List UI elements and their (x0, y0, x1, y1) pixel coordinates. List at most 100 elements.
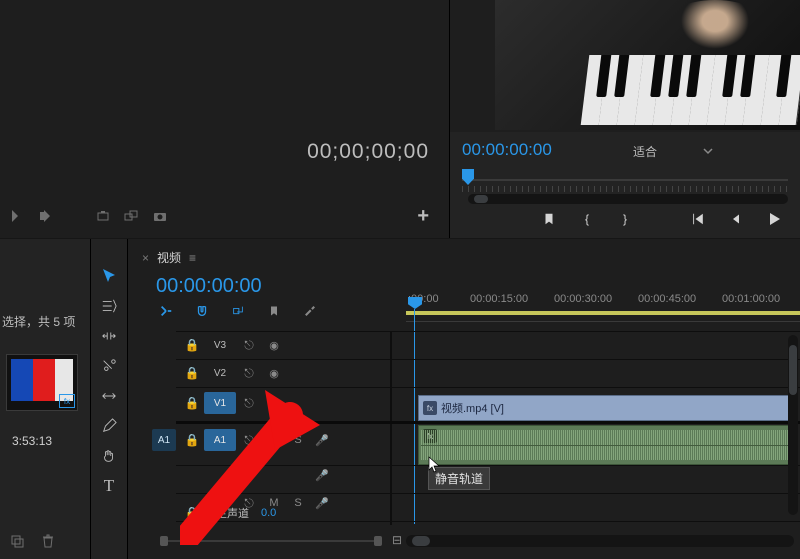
tools-panel: T (91, 239, 128, 559)
timeline-zoom-slider[interactable] (156, 535, 386, 547)
program-transport: { } (540, 210, 783, 228)
track-select-tool-icon[interactable] (96, 293, 122, 319)
clip-name: 视频.mp4 [V] (441, 400, 504, 416)
insert-icon[interactable] (10, 208, 26, 224)
program-video[interactable] (495, 0, 800, 130)
track-label[interactable]: V3 (204, 334, 236, 356)
track-label[interactable]: V1 (204, 392, 236, 414)
tooltip: 静音轨道 (428, 467, 490, 490)
source-timecode[interactable]: 00;00;00;00 (307, 140, 429, 164)
hand-image (655, 0, 775, 70)
export-frame-icon[interactable] (96, 208, 112, 224)
lock-icon[interactable]: 🔒 (180, 396, 204, 410)
eye-icon[interactable]: ◉ (262, 339, 286, 352)
tab-menu-icon[interactable]: ≡ (189, 251, 196, 265)
program-controls-area: 00:00:00:00 适合 { } (450, 132, 800, 238)
voice-record-icon[interactable]: 🎤 (310, 434, 334, 447)
play-icon[interactable] (765, 210, 783, 228)
voice-record-icon[interactable]: 🎤 (310, 497, 334, 510)
sync-lock-icon[interactable]: ⎋ (236, 366, 262, 381)
app-root: 00;00;00;00 + 00:00:00:00 适合 (0, 0, 800, 559)
export-frame2-icon[interactable] (124, 208, 140, 224)
thumbnail-duration: 3:53:13 (12, 434, 52, 448)
linked-selection-icon[interactable] (230, 303, 246, 319)
type-tool-icon[interactable]: T (96, 473, 122, 499)
mark-in-icon[interactable] (540, 210, 558, 228)
lock-icon[interactable]: 🔒 (180, 506, 204, 520)
step-back-icon[interactable] (727, 210, 745, 228)
lock-icon[interactable]: 🔒 (180, 366, 204, 380)
program-scrubber[interactable] (462, 172, 788, 188)
timeline-header-tools (158, 303, 318, 319)
lock-icon[interactable]: 🔒 (180, 338, 204, 352)
eye-icon[interactable]: ◉ (262, 367, 286, 380)
trash-icon[interactable] (40, 533, 56, 549)
overwrite-icon[interactable] (38, 208, 54, 224)
track-label[interactable]: V2 (204, 362, 236, 384)
tab-close-icon[interactable]: × (142, 251, 149, 265)
project-panel: 选择，共 5 项 fx 3:53:13 (0, 239, 91, 559)
track-v2[interactable]: 🔒 V2 ⎋ ◉ (152, 359, 800, 387)
zoom-knob-left[interactable] (160, 536, 168, 546)
razor-tool-icon[interactable] (96, 353, 122, 379)
project-filter-text: 选择，共 5 项 (2, 313, 88, 330)
timeline-ruler[interactable]: :00:00 00:00:15:00 00:00:30:00 00:00:45:… (406, 287, 800, 327)
slip-tool-icon[interactable] (96, 383, 122, 409)
scrollbar-thumb[interactable] (474, 195, 488, 203)
chevron-down-icon (703, 146, 713, 156)
source-target[interactable]: A1 (152, 429, 176, 451)
track-v3[interactable]: 🔒 V3 ⎋ ◉ (152, 331, 800, 359)
snap-icon[interactable] (158, 303, 174, 319)
voice-record-icon[interactable]: 🎤 (310, 469, 334, 482)
pen-tool-icon[interactable] (96, 413, 122, 439)
project-thumbnail[interactable]: fx (6, 354, 78, 411)
track-label[interactable]: A1 (204, 429, 236, 451)
solo-button[interactable]: S (286, 497, 310, 509)
program-timecode[interactable]: 00:00:00:00 (462, 140, 552, 160)
eye-icon[interactable]: ◉ (262, 397, 286, 410)
solo-button[interactable]: S (286, 434, 310, 446)
sequence-tab[interactable]: × 视频 ≡ (142, 249, 196, 266)
mark-open-icon[interactable]: { (578, 210, 596, 228)
sync-lock-icon[interactable]: ⎋ (236, 396, 262, 411)
program-scrollbar[interactable] (468, 194, 788, 204)
scrub-ticks (462, 186, 788, 192)
lock-icon[interactable]: 🔒 (180, 433, 204, 447)
tab-label: 视频 (157, 249, 181, 266)
mark-close-icon[interactable]: } (616, 210, 634, 228)
go-to-in-icon[interactable] (689, 210, 707, 228)
zoom-knob-right[interactable] (374, 536, 382, 546)
sync-lock-icon[interactable]: ⎋ (236, 433, 262, 448)
ripple-edit-tool-icon[interactable] (96, 323, 122, 349)
zoom-fit-dropdown[interactable]: 适合 (625, 140, 721, 162)
sync-lock-icon[interactable]: ⎋ (236, 338, 262, 353)
work-area-bar[interactable] (406, 311, 800, 315)
hand-tool-icon[interactable] (96, 443, 122, 469)
source-monitor-panel: 00;00;00;00 + (0, 0, 450, 238)
master-track[interactable]: 🔒 主声道 0.0 (180, 501, 276, 525)
mute-button[interactable]: M (262, 434, 286, 446)
marker-icon[interactable] (266, 303, 282, 319)
scrollbar-thumb[interactable] (789, 345, 797, 395)
selection-tool-icon[interactable] (96, 263, 122, 289)
fx-badge-icon[interactable]: fx (423, 401, 437, 415)
timeline-panel: × 视频 ≡ 00:00:00:00 :00:00 00:00:15:00 00… (128, 239, 800, 559)
new-item-icon[interactable] (10, 533, 26, 549)
zoom-out-icon[interactable]: ⊟ (392, 533, 402, 547)
timeline-timecode[interactable]: 00:00:00:00 (156, 275, 262, 298)
scrollbar-thumb[interactable] (412, 536, 430, 546)
camera-icon[interactable] (152, 208, 168, 224)
sync-lock-icon[interactable]: ⎋ (236, 468, 262, 483)
waveform (421, 430, 795, 460)
timeline-vertical-scrollbar[interactable] (788, 335, 798, 515)
timeline-horizontal-scrollbar[interactable] (406, 535, 794, 547)
magnet-icon[interactable] (194, 303, 210, 319)
settings-icon[interactable] (302, 303, 318, 319)
scrub-playhead[interactable] (462, 169, 474, 185)
video-clip[interactable]: fx 视频.mp4 [V] (418, 395, 798, 421)
ruler-label: 00:00:15:00 (470, 293, 528, 305)
master-value[interactable]: 0.0 (261, 507, 276, 519)
ruler-label: 00:00:30:00 (554, 293, 612, 305)
audio-clip[interactable]: fx (418, 425, 798, 465)
add-button[interactable]: + (417, 205, 429, 228)
